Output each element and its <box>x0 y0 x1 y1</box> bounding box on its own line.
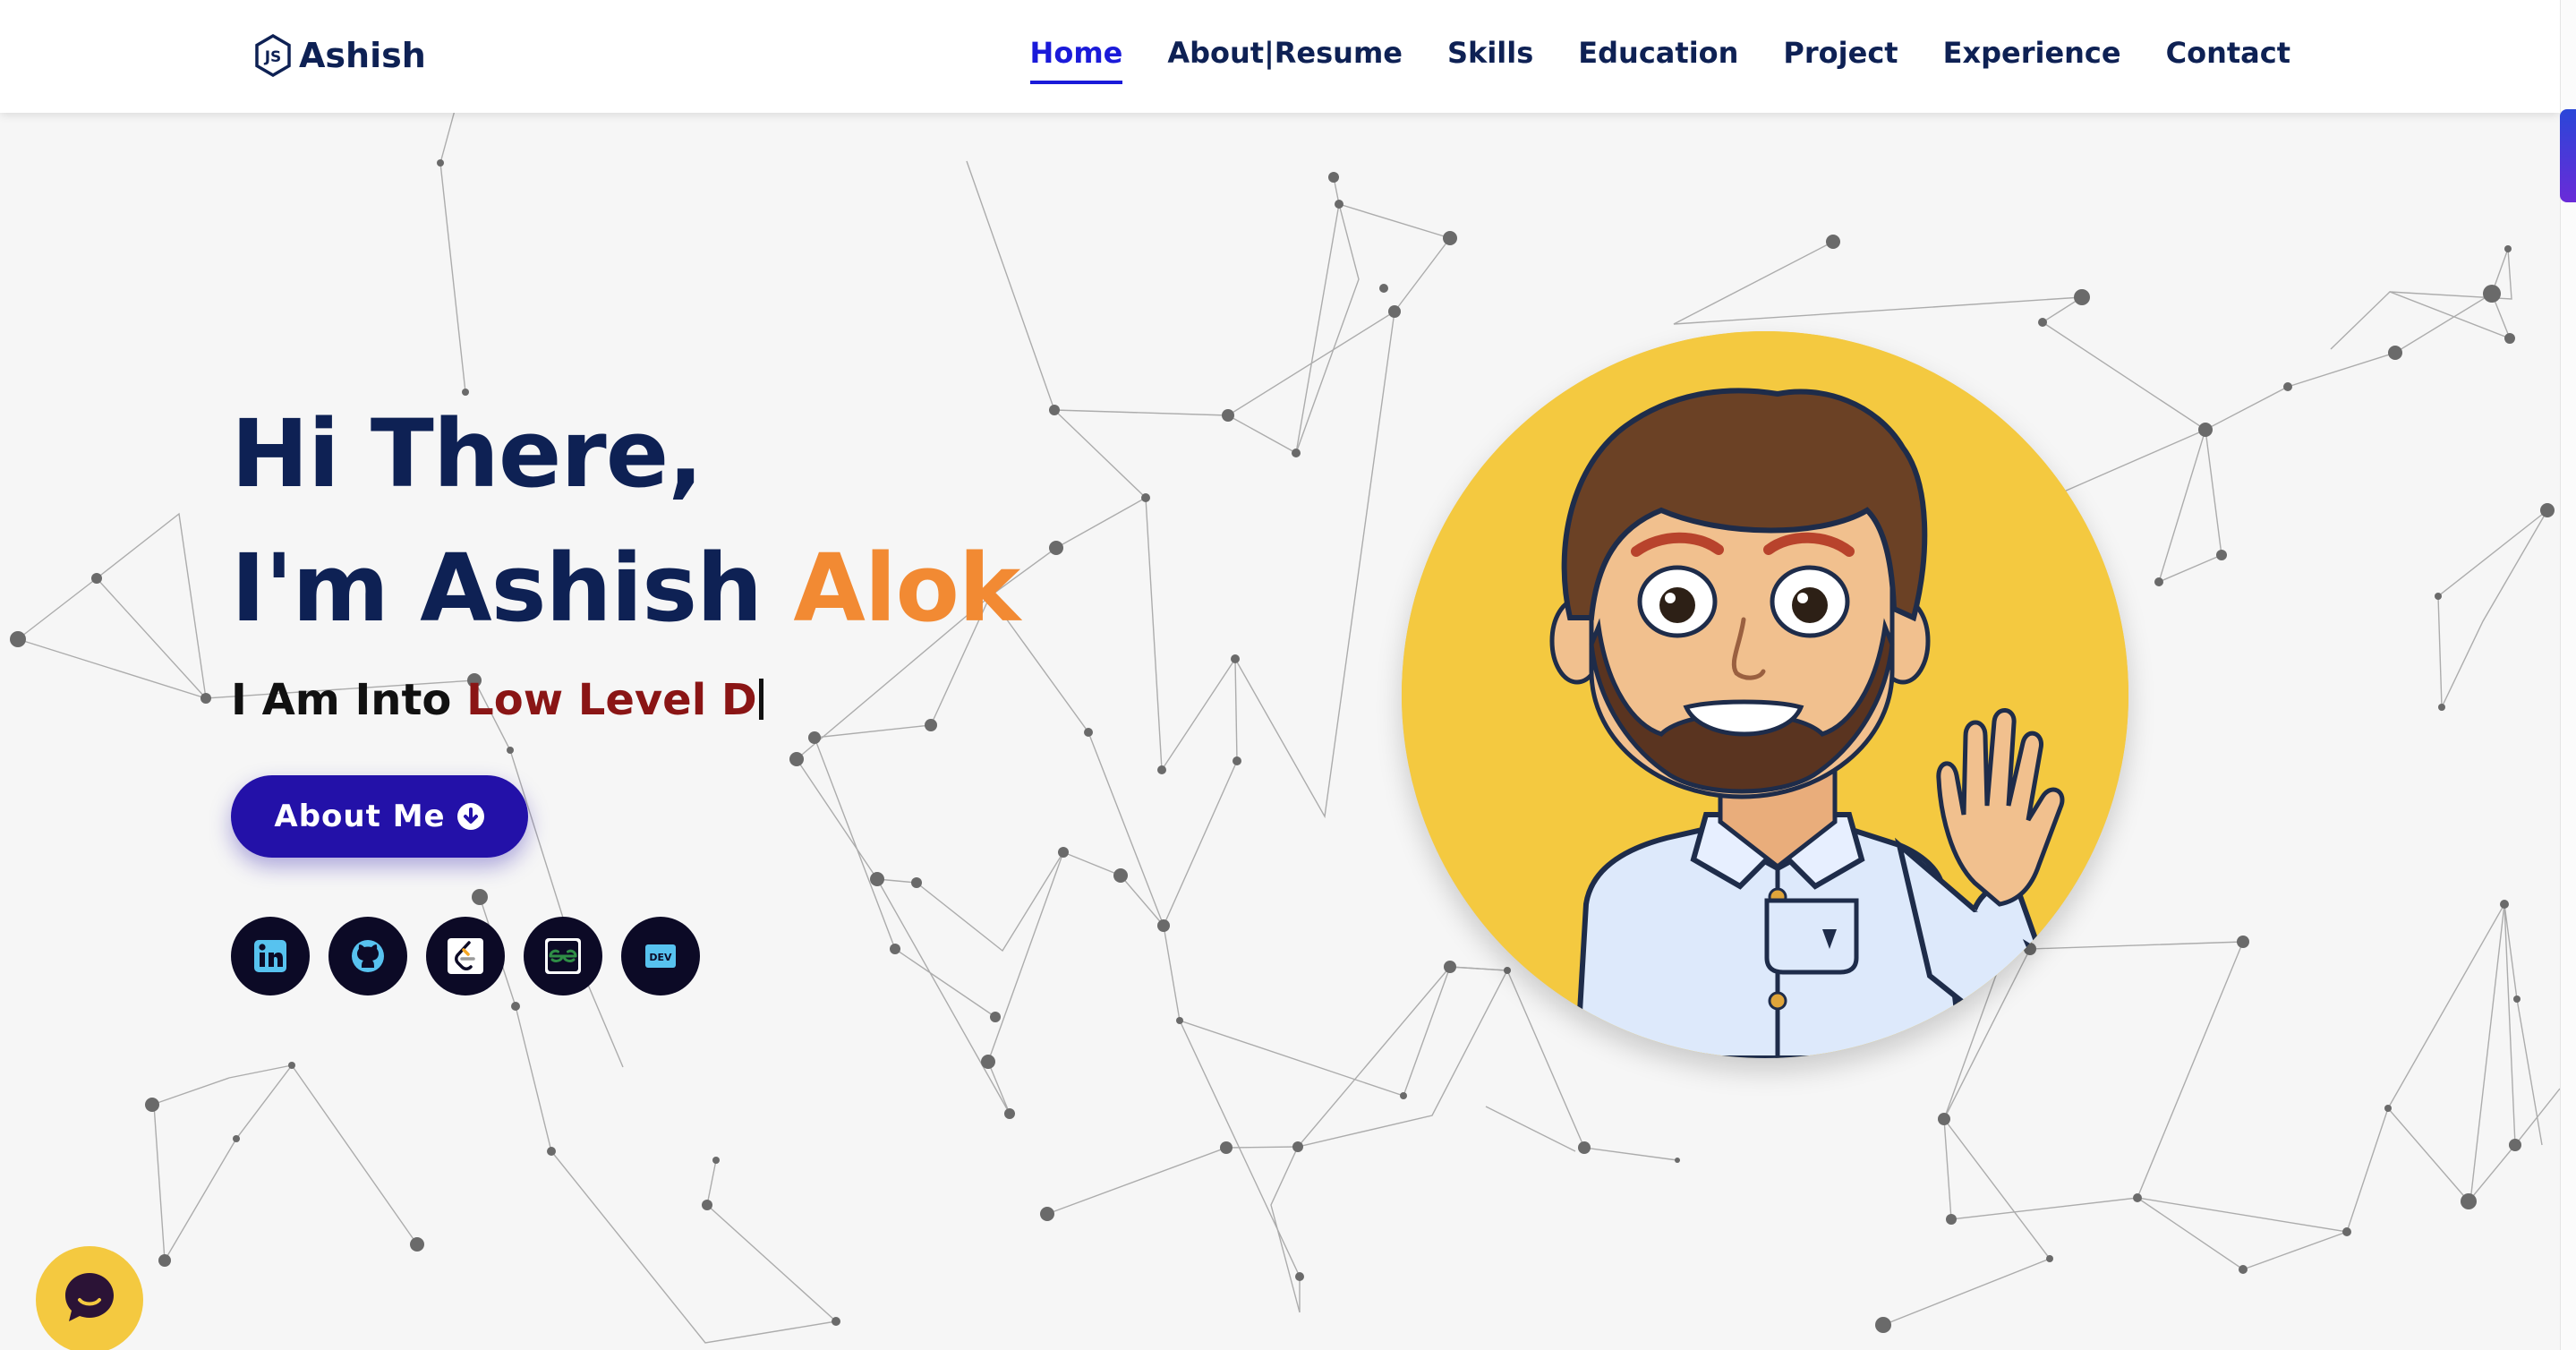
profile-avatar <box>1402 331 2128 1058</box>
page-scrollbar[interactable] <box>2560 0 2576 1350</box>
dev-icon: DEV <box>645 944 676 968</box>
hero-text: Hi There, I'm Ashish Alok I Am Into Low … <box>231 387 1020 725</box>
leetcode-link[interactable] <box>426 917 505 995</box>
hero-surname: Alok <box>793 534 1020 643</box>
nav-link-contact[interactable]: Contact <box>2166 36 2290 75</box>
nav-link-project[interactable]: Project <box>1783 36 1898 75</box>
nav-link-education[interactable]: Education <box>1578 36 1738 75</box>
social-links: DEV <box>231 917 700 995</box>
brand-logo[interactable]: JS Ashish <box>254 30 426 81</box>
typing-text: Low Level D <box>466 675 757 725</box>
leetcode-icon <box>448 938 483 974</box>
about-me-button[interactable]: About Me <box>231 775 528 858</box>
scrollbar-thumb[interactable] <box>2560 109 2576 202</box>
svg-text:JS: JS <box>264 48 282 66</box>
nav-menu: Home About|Resume Skills Education Proje… <box>1029 30 2290 84</box>
typing-line: I Am Into Low Level D <box>231 675 1019 725</box>
navbar: JS Ashish Home About|Resume Skills Educa… <box>0 0 2560 113</box>
github-icon <box>352 940 384 972</box>
typing-prefix: I Am Into <box>231 675 452 725</box>
nav-link-home[interactable]: Home <box>1029 36 1122 84</box>
typing-caret <box>758 679 763 720</box>
dev-badge-text: DEV <box>649 952 672 963</box>
nav-link-about-resume[interactable]: About|Resume <box>1167 36 1403 75</box>
hero-greeting: Hi There, <box>231 399 704 508</box>
nav-link-experience[interactable]: Experience <box>1943 36 2121 75</box>
nav-link-skills[interactable]: Skills <box>1447 36 1533 75</box>
about-me-label: About Me <box>274 799 446 834</box>
linkedin-link[interactable] <box>231 917 310 995</box>
chat-widget-button[interactable] <box>36 1246 143 1350</box>
hero-name: I'm Ashish Alok <box>231 521 1020 655</box>
waving-avatar <box>1402 331 2128 1058</box>
chat-icon <box>65 1273 114 1321</box>
hero-intro: I'm Ashish <box>231 534 763 643</box>
github-link[interactable] <box>328 917 407 995</box>
brand-name: Ashish <box>299 36 426 75</box>
dev-link[interactable]: DEV <box>621 917 700 995</box>
geeksforgeeks-icon <box>545 938 581 974</box>
nodejs-icon: JS <box>255 34 291 77</box>
geeksforgeeks-link[interactable] <box>524 917 602 995</box>
arrow-down-circle-icon <box>456 803 484 830</box>
linkedin-icon <box>254 940 286 972</box>
particle-network-background <box>10 113 2560 1344</box>
